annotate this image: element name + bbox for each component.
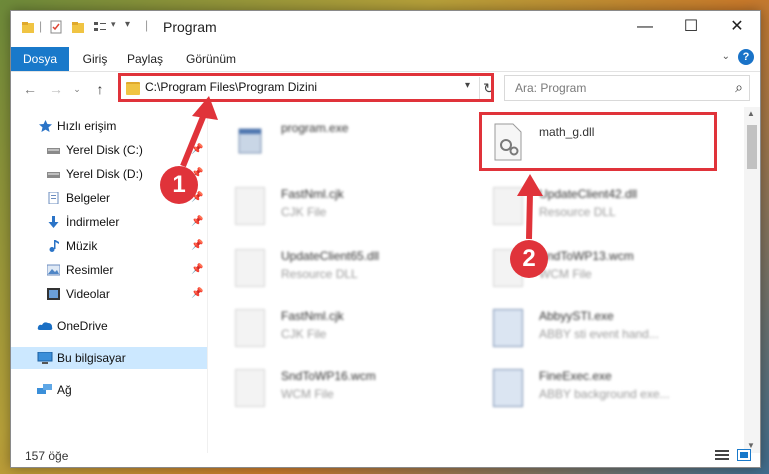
callout-1: 1 (160, 166, 198, 204)
arrow-2 (517, 174, 543, 240)
arrow-1 (180, 96, 218, 168)
callout-2: 2 (510, 240, 548, 278)
annotation-arrows (180, 96, 543, 240)
